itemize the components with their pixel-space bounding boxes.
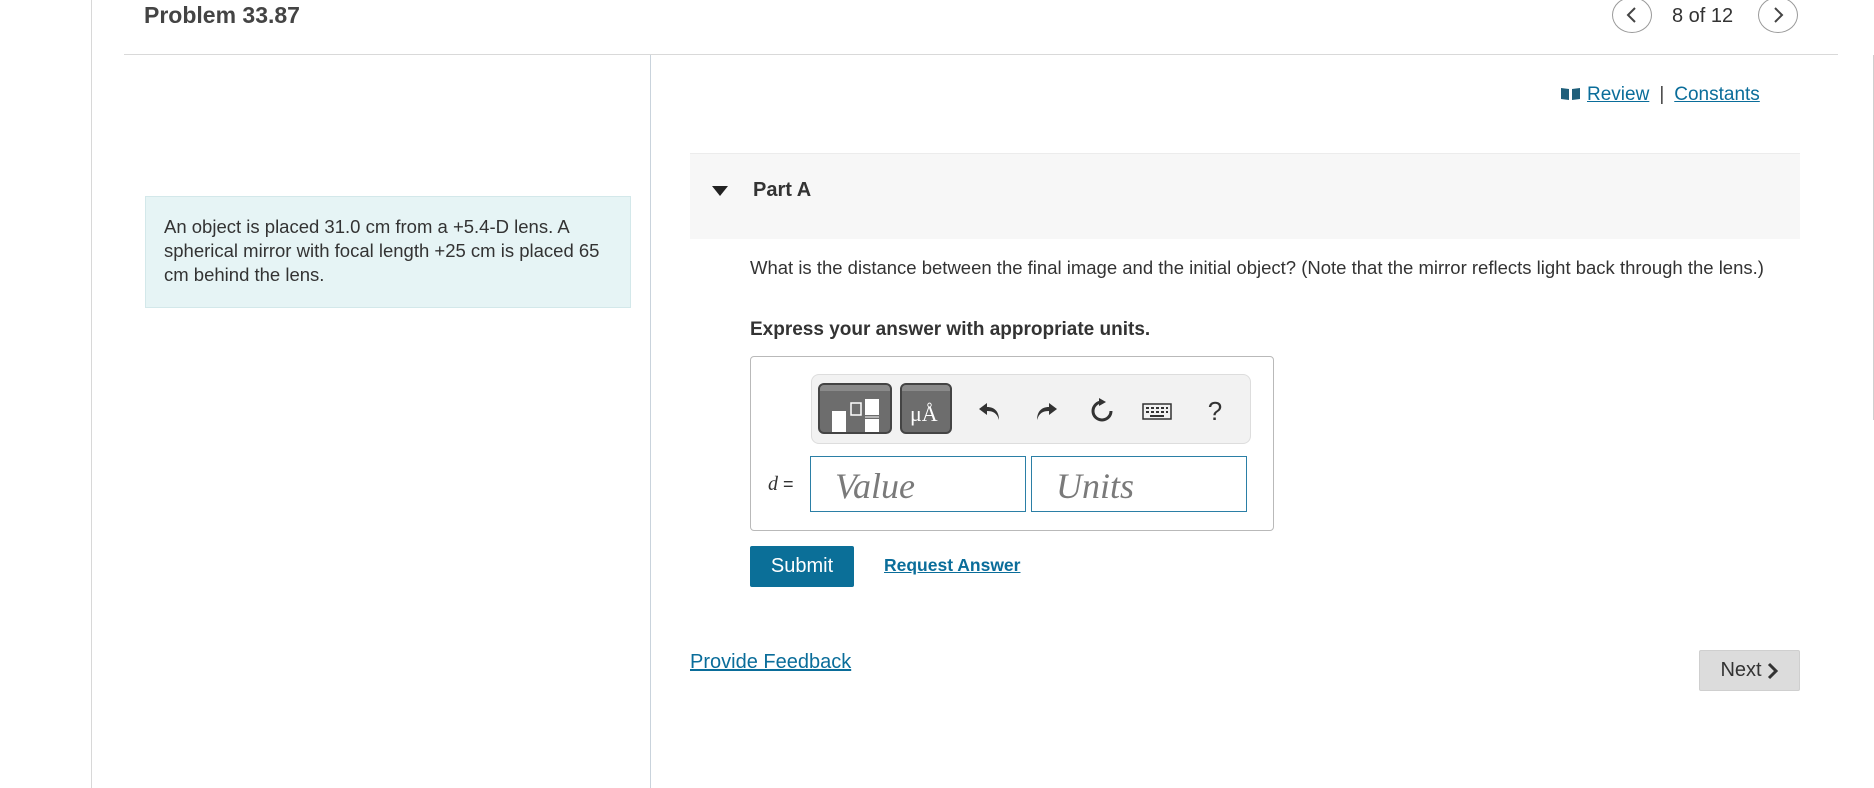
undo-icon xyxy=(979,403,999,420)
next-button-label: Next xyxy=(1720,659,1762,681)
chevron-right-icon xyxy=(1767,662,1778,679)
request-answer-link[interactable]: Request Answer xyxy=(884,555,1020,576)
redo-icon xyxy=(1037,403,1057,420)
part-a-title: Part A xyxy=(753,179,812,201)
answer-variable: d xyxy=(768,473,778,495)
problem-pager: 8 of 12 xyxy=(1672,5,1734,27)
help-button[interactable]: ? xyxy=(1197,393,1233,429)
answer-entry-box: μÅ ? d = xyxy=(750,356,1274,531)
next-button[interactable]: Next xyxy=(1699,650,1800,691)
units-input[interactable] xyxy=(1056,461,1246,511)
book-icon xyxy=(1561,88,1580,100)
units-icon: μÅ xyxy=(910,401,938,426)
templates-button[interactable] xyxy=(818,383,892,434)
undo-button[interactable] xyxy=(972,393,1008,429)
answer-equals: = xyxy=(783,474,794,494)
keyboard-icon xyxy=(1142,403,1172,420)
problem-header: Problem 33.87 8 of 12 xyxy=(124,0,1838,55)
part-a-header[interactable]: Part A xyxy=(690,153,1800,239)
answer-variable-label: d = xyxy=(768,473,794,496)
units-button[interactable]: μÅ xyxy=(900,383,952,434)
submit-button[interactable]: Submit xyxy=(750,546,854,587)
resource-links: Review | Constants xyxy=(1560,84,1760,106)
next-problem-button[interactable] xyxy=(1758,0,1798,33)
templates-icon xyxy=(832,399,879,432)
problem-title: Problem 33.87 xyxy=(144,2,300,28)
previous-problem-button[interactable] xyxy=(1612,0,1652,33)
chevron-right-icon xyxy=(1774,7,1784,23)
value-field[interactable] xyxy=(810,456,1026,512)
collapse-caret-icon[interactable] xyxy=(712,186,728,196)
reset-button[interactable] xyxy=(1084,393,1120,429)
column-divider xyxy=(650,55,651,788)
constants-link[interactable]: Constants xyxy=(1674,84,1760,106)
provide-feedback-link[interactable]: Provide Feedback xyxy=(690,651,851,674)
units-field[interactable] xyxy=(1031,456,1247,512)
review-link-label: Review xyxy=(1587,84,1650,105)
keyboard-button[interactable] xyxy=(1139,393,1175,429)
value-input[interactable] xyxy=(835,461,1025,511)
question-text: What is the distance between the final i… xyxy=(750,257,1764,278)
page-left-border xyxy=(91,0,92,788)
problem-statement: An object is placed 31.0 cm from a +5.4-… xyxy=(145,196,631,308)
redo-button[interactable] xyxy=(1028,393,1064,429)
answer-instructions: Express your answer with appropriate uni… xyxy=(750,319,1151,340)
review-link[interactable]: Review xyxy=(1560,84,1649,106)
help-icon: ? xyxy=(1207,395,1223,426)
reset-icon xyxy=(1091,398,1113,422)
chevron-left-icon xyxy=(1626,7,1636,23)
math-toolbar: μÅ ? xyxy=(811,374,1251,444)
link-separator: | xyxy=(1659,84,1665,105)
